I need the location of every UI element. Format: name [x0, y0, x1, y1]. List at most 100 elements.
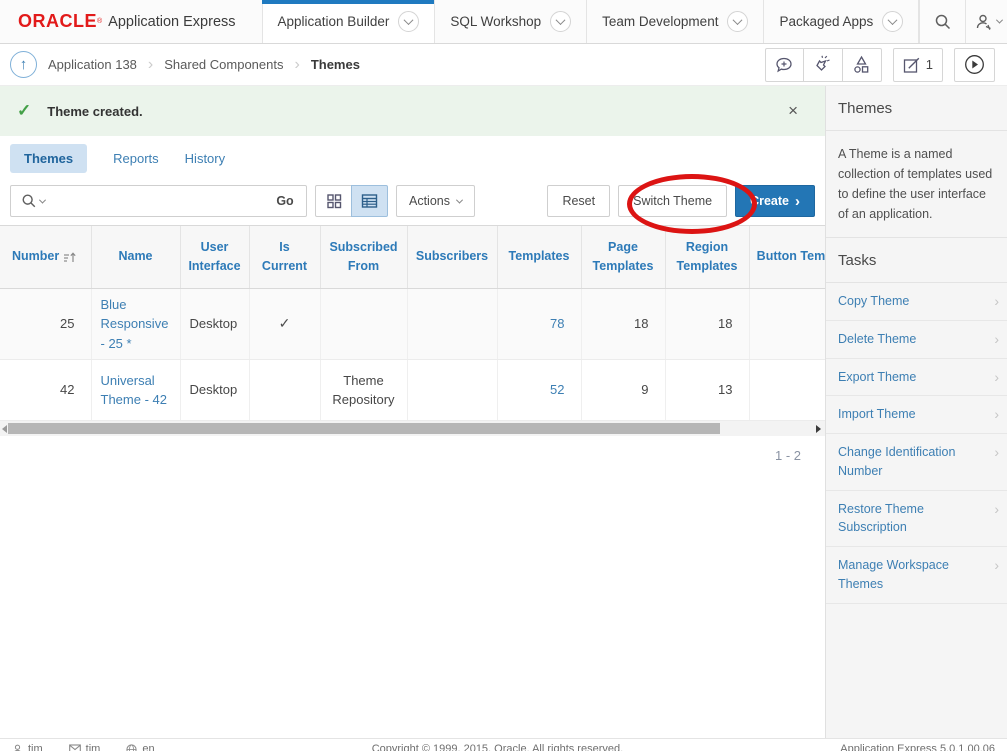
- check-icon: ✓: [279, 315, 291, 331]
- shared-components-shapes-button[interactable]: [843, 48, 882, 82]
- tab-label: SQL Workshop: [450, 14, 541, 29]
- cell-button-templates: 7: [749, 288, 825, 360]
- chevron-right-icon: ›: [795, 193, 800, 210]
- task-export-theme[interactable]: Export Theme ›: [826, 359, 1007, 397]
- search-icon[interactable]: [919, 0, 965, 43]
- utility-icons: ?: [919, 0, 1007, 43]
- cell-page-templates: 9: [581, 360, 665, 421]
- cell-subscribed-from: Theme Repository: [320, 360, 407, 421]
- actions-menu-button[interactable]: Actions: [396, 185, 475, 217]
- top-navigation-bar: ORACLE® Application Express Application …: [0, 0, 1007, 44]
- chevron-right-icon: ›: [994, 442, 999, 463]
- templates-count-link[interactable]: 78: [550, 316, 564, 331]
- feedback-button[interactable]: [765, 48, 804, 82]
- pagination-range: 1 - 2: [0, 436, 825, 475]
- theme-roller-flashlight-button[interactable]: [804, 48, 843, 82]
- page-footer: tim tim en Copyright © 1999, 2015, Oracl…: [0, 738, 1007, 751]
- column-header-region-templates[interactable]: Region Templates: [665, 226, 749, 288]
- success-check-icon: ✓: [17, 101, 31, 121]
- footer-copyright: Copyright © 1999, 2015, Oracle. All righ…: [155, 743, 841, 751]
- report-buttons: Reset Switch Theme Create ›: [547, 185, 815, 217]
- utility-button-group: [765, 48, 882, 82]
- registered-mark: ®: [97, 18, 102, 25]
- tab-sql-workshop[interactable]: SQL Workshop: [434, 0, 586, 43]
- task-manage-workspace-themes[interactable]: Manage Workspace Themes ›: [826, 547, 1007, 604]
- administration-icon[interactable]: [965, 0, 1007, 43]
- table-header-row: Number Name User Interface Is Current Su…: [0, 226, 825, 288]
- create-button[interactable]: Create ›: [735, 185, 815, 217]
- footer-language[interactable]: en: [126, 743, 154, 751]
- cell-templates: 78: [497, 288, 581, 360]
- tab-team-development[interactable]: Team Development: [586, 0, 763, 43]
- run-application-button[interactable]: [954, 48, 995, 82]
- sidebar-title: Themes: [826, 86, 1007, 131]
- column-header-button-templates[interactable]: Button Templates: [749, 226, 825, 288]
- person-icon: [12, 744, 23, 751]
- report-view-icon[interactable]: [351, 185, 388, 217]
- task-import-theme[interactable]: Import Theme ›: [826, 396, 1007, 434]
- tab-themes[interactable]: Themes: [10, 144, 87, 173]
- column-header-subscribers[interactable]: Subscribers: [407, 226, 497, 288]
- up-arrow-icon[interactable]: ↑: [10, 51, 37, 78]
- footer-user[interactable]: tim: [12, 743, 43, 751]
- cell-templates: 52: [497, 360, 581, 421]
- scrollbar-thumb[interactable]: [8, 423, 720, 434]
- breadcrumb-shared-components[interactable]: Shared Components: [164, 57, 283, 72]
- close-icon[interactable]: ×: [778, 101, 808, 121]
- footer-workspace[interactable]: tim: [69, 743, 101, 751]
- switch-theme-button[interactable]: Switch Theme: [618, 185, 727, 217]
- column-header-subscribed-from[interactable]: Subscribed From: [320, 226, 407, 288]
- chevron-down-icon[interactable]: [550, 11, 571, 32]
- oracle-apex-logo: ORACLE® Application Express: [0, 0, 250, 43]
- chevron-right-icon: ›: [994, 367, 999, 388]
- column-header-name[interactable]: Name: [91, 226, 180, 288]
- search-input[interactable]: [55, 185, 265, 217]
- grid-view-icon[interactable]: [315, 185, 352, 217]
- task-delete-theme[interactable]: Delete Theme ›: [826, 321, 1007, 359]
- chevron-right-icon: ›: [994, 555, 999, 576]
- table-row: 25 Blue Responsive - 25 * Desktop ✓ 78 1…: [0, 288, 825, 360]
- chevron-down-icon[interactable]: [398, 11, 419, 32]
- chevron-down-icon[interactable]: [727, 11, 748, 32]
- chevron-down-icon[interactable]: [882, 11, 903, 32]
- theme-name-link[interactable]: Blue Responsive - 25 *: [101, 297, 169, 351]
- cell-user-interface: Desktop: [180, 360, 249, 421]
- tab-history[interactable]: History: [185, 151, 225, 166]
- success-message: Theme created.: [47, 104, 142, 119]
- templates-count-link[interactable]: 52: [550, 382, 564, 397]
- search-column-selector[interactable]: [10, 185, 56, 217]
- column-header-templates[interactable]: Templates: [497, 226, 581, 288]
- oracle-wordmark: ORACLE: [18, 11, 97, 32]
- product-name: Application Express: [108, 14, 235, 30]
- task-copy-theme[interactable]: Copy Theme ›: [826, 283, 1007, 321]
- column-header-number[interactable]: Number: [0, 226, 91, 288]
- cell-page-templates: 18: [581, 288, 665, 360]
- page-tabs: Themes Reports History: [0, 136, 825, 180]
- column-header-page-templates[interactable]: Page Templates: [581, 226, 665, 288]
- go-button[interactable]: Go: [264, 185, 307, 217]
- cell-region-templates: 13: [665, 360, 749, 421]
- cell-number: 42: [0, 360, 91, 421]
- column-header-user-interface[interactable]: User Interface: [180, 226, 249, 288]
- themes-report-table: Number Name User Interface Is Current Su…: [0, 226, 825, 421]
- cell-region-templates: 18: [665, 288, 749, 360]
- envelope-icon: [69, 744, 81, 751]
- theme-name-link[interactable]: Universal Theme - 42: [101, 373, 167, 408]
- cell-number: 25: [0, 288, 91, 360]
- tab-packaged-apps[interactable]: Packaged Apps: [763, 0, 919, 43]
- breadcrumb-application[interactable]: Application 138: [48, 57, 137, 72]
- main-menu: Application Builder SQL Workshop Team De…: [262, 0, 920, 43]
- breadcrumb-current-themes: Themes: [311, 57, 360, 72]
- column-header-is-current[interactable]: Is Current: [249, 226, 320, 288]
- scroll-right-arrow-icon[interactable]: [816, 425, 821, 433]
- edit-page-button[interactable]: 1: [893, 48, 943, 82]
- scroll-left-arrow-icon[interactable]: [2, 425, 7, 433]
- tab-reports[interactable]: Reports: [113, 151, 159, 166]
- horizontal-scrollbar[interactable]: [0, 421, 825, 436]
- task-restore-theme-subscription[interactable]: Restore Theme Subscription ›: [826, 491, 1007, 548]
- breadcrumb-separator: ›: [148, 56, 153, 74]
- reset-button[interactable]: Reset: [547, 185, 610, 217]
- task-change-identification-number[interactable]: Change Identification Number ›: [826, 434, 1007, 491]
- tab-application-builder[interactable]: Application Builder: [262, 0, 435, 43]
- cell-subscribers: [407, 288, 497, 360]
